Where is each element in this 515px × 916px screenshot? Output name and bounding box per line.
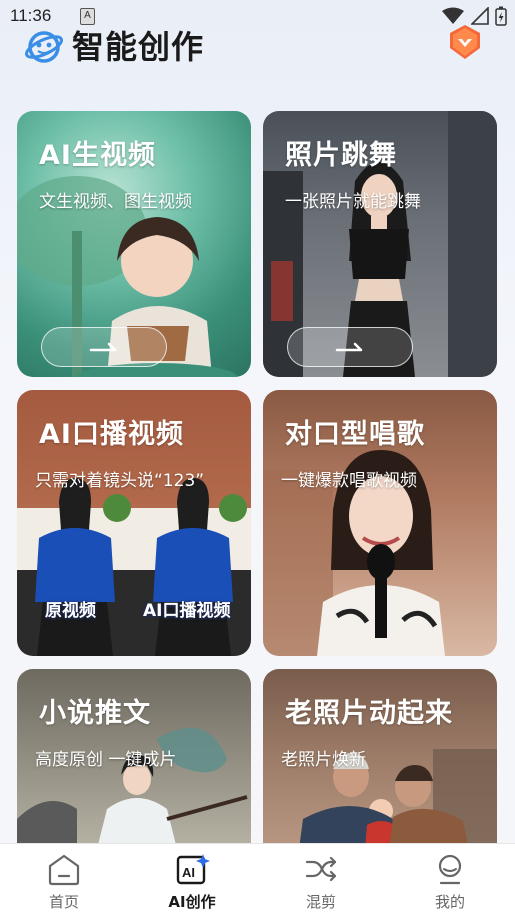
header: 智能创作 [0,20,515,76]
card-photo-dance[interactable]: 照片跳舞 一张照片就能跳舞 [263,111,497,377]
tab-profile[interactable]: 我的 [386,844,514,916]
tab-label: 我的 [434,893,465,911]
card-title: AI口播视频 [39,419,184,450]
tab-label: 混剪 [305,893,336,911]
card-title: AI生视频 [39,140,156,171]
arrow-right-icon [335,342,363,352]
vip-badge-icon[interactable] [446,22,484,62]
home-icon [48,854,80,886]
shuffle-icon [305,856,337,882]
tab-mix-edit[interactable]: 混剪 [257,844,385,916]
card-old-photo-animate[interactable]: 老照片动起来 老照片焕新 [263,669,497,849]
card-lip-sync-singing[interactable]: 对口型唱歌 一键爆款唱歌视频 [263,390,497,656]
ai-video-label: AI口播视频 [143,601,231,621]
card-novel-video[interactable]: 小说推文 高度原创 一键成片 [17,669,251,849]
go-button[interactable] [41,327,167,367]
card-subtitle: 只需对着镜头说“123” [35,471,205,491]
card-subtitle: 老照片焕新 [281,750,366,770]
card-subtitle: 一张照片就能跳舞 [285,192,421,212]
svg-text:AI: AI [182,865,195,880]
card-subtitle: 一键爆款唱歌视频 [281,471,417,491]
card-title: 照片跳舞 [285,140,397,171]
card-title: 小说推文 [39,698,151,729]
tab-ai-create[interactable]: AI AI创作 [128,844,256,916]
card-title: 对口型唱歌 [285,419,425,450]
card-title: 老照片动起来 [285,698,453,729]
tab-label: 首页 [48,893,79,911]
card-subtitle: 高度原创 一键成片 [35,750,177,770]
page-title: 智能创作 [72,28,205,66]
card-subtitle: 文生视频、图生视频 [39,192,192,212]
card-ai-talking-video[interactable]: AI口播视频 只需对着镜头说“123” 原视频 AI口播视频 [17,390,251,656]
planet-logo-icon [25,31,63,63]
profile-icon [438,854,462,885]
go-button[interactable] [287,327,413,367]
bottom-tab-bar: 首页 AI AI创作 混剪 我的 [0,843,515,916]
tab-home[interactable]: 首页 [0,844,128,916]
arrow-right-icon [89,342,117,352]
tab-label: AI创作 [168,893,216,911]
original-video-label: 原视频 [45,601,96,621]
card-ai-video[interactable]: AI生视频 文生视频、图生视频 [17,111,251,377]
ai-create-icon: AI [176,854,210,885]
